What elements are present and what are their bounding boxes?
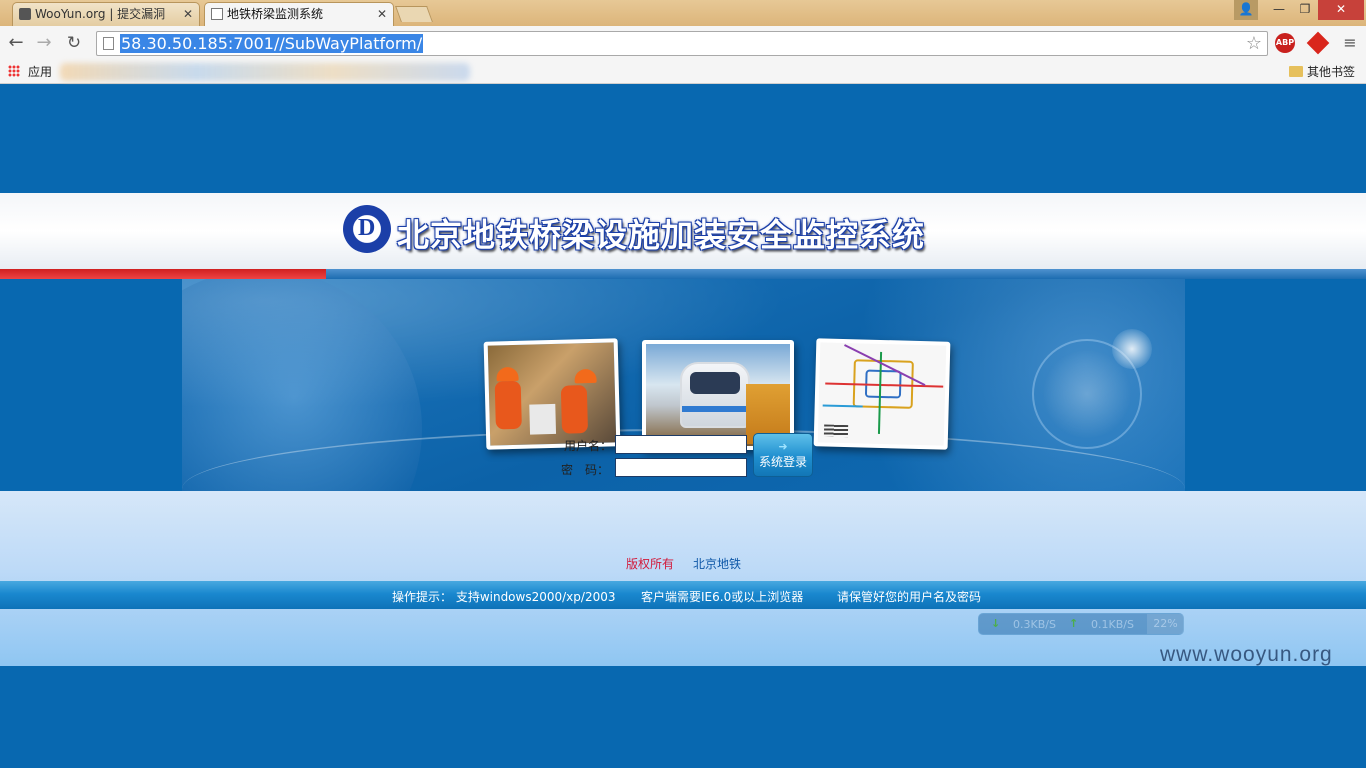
paper-shape	[529, 403, 557, 435]
copyright-text: 版权所有	[626, 557, 675, 571]
train-window-shape	[690, 372, 740, 394]
watermark: www.wooyun.org	[1160, 643, 1333, 666]
train-shape	[680, 362, 750, 428]
username-label: 用户名：	[564, 439, 613, 453]
wooyun-favicon-icon	[19, 8, 31, 20]
close-tab-icon[interactable]: ✕	[183, 3, 193, 25]
other-bookmarks[interactable]: 其他书签	[1289, 63, 1355, 80]
lens-glow-graphic	[1112, 329, 1152, 369]
tab-title: 地铁桥梁监测系统	[227, 7, 324, 21]
apps-grid-icon[interactable]	[8, 65, 20, 77]
apps-bookmark[interactable]: 应用	[28, 63, 52, 80]
logo-letter: D	[358, 215, 376, 241]
back-arrow-icon[interactable]: ←	[5, 32, 27, 54]
tip-os: 操作提示： 支持windows2000/xp/2003	[392, 590, 616, 604]
tab-subway[interactable]: 地铁桥梁监测系统 ✕	[204, 2, 394, 26]
address-bar[interactable]: 58.30.50.185:7001//SubWayPlatform/ ☆	[96, 31, 1268, 56]
map-legend-shape	[823, 424, 849, 438]
abp-icon[interactable]: ABP	[1275, 33, 1295, 53]
browser-toolbar: ← → ↻ 58.30.50.185:7001//SubWayPlatform/…	[0, 26, 1366, 60]
tab-title: WooYun.org | 提交漏洞	[35, 7, 166, 21]
tab-wooyun[interactable]: WooYun.org | 提交漏洞 ✕	[12, 2, 200, 26]
user-profile-icon[interactable]: 👤	[1234, 0, 1258, 20]
minimize-button[interactable]: —	[1266, 0, 1292, 20]
worker-shape	[494, 380, 522, 430]
maximize-button[interactable]: ❐	[1292, 0, 1318, 20]
upload-speed: 0.1KB/S	[1091, 618, 1134, 631]
download-arrow-icon: ↓	[991, 617, 1001, 630]
bookmarks-bar: 应用 其他书签	[0, 60, 1366, 84]
tab-strip: WooYun.org | 提交漏洞 ✕ 地铁桥梁监测系统 ✕ 👤 — ❐ ✕	[0, 0, 1366, 26]
train-stripe-shape	[682, 406, 748, 412]
network-speed-widget: ↓ 0.3KB/S ↑ 0.1KB/S 22%	[978, 613, 1184, 635]
password-label: 密 码：	[561, 463, 610, 477]
forward-arrow-icon[interactable]: →	[33, 32, 55, 54]
red-stripe	[0, 269, 326, 279]
menu-icon[interactable]: ≡	[1340, 33, 1360, 53]
beijing-subway-logo: D	[343, 205, 391, 253]
cpu-usage: 22%	[1147, 614, 1184, 634]
blue-stripe	[326, 269, 1366, 279]
close-tab-icon[interactable]: ✕	[377, 3, 387, 25]
page-title: 北京地铁桥梁设施加装安全监控系统	[397, 216, 926, 254]
upload-arrow-icon: ↑	[1069, 617, 1079, 630]
reload-icon[interactable]: ↻	[63, 32, 85, 54]
map-line-shape	[822, 404, 863, 408]
login-arrow-icon: ➜	[778, 440, 788, 453]
helmet-shape	[496, 366, 519, 382]
page-icon	[103, 37, 114, 50]
worker-shape	[560, 385, 589, 434]
login-area	[0, 491, 1366, 666]
company-text: 北京地铁	[693, 557, 742, 571]
other-bookmarks-label: 其他书签	[1307, 65, 1356, 79]
tip-credentials: 请保管好您的用户名及密码	[837, 590, 982, 604]
blurred-bookmarks	[60, 63, 470, 81]
red-diamond-icon[interactable]	[1306, 31, 1330, 55]
password-input[interactable]	[615, 458, 747, 477]
helmet-shape	[574, 368, 597, 384]
login-button-label: 系统登录	[758, 455, 807, 469]
bookmark-star-icon[interactable]: ☆	[1246, 33, 1262, 54]
username-input[interactable]	[615, 435, 747, 454]
download-speed: 0.3KB/S	[1013, 618, 1056, 631]
close-window-button[interactable]: ✕	[1318, 0, 1364, 20]
login-button[interactable]: ➜ 系统登录	[753, 433, 813, 477]
folder-icon	[1289, 66, 1303, 77]
tip-browser: 客户端需要IE6.0或以上浏览器	[641, 590, 804, 604]
new-tab-button[interactable]	[395, 6, 433, 22]
page-favicon-icon	[211, 8, 223, 20]
subway-map-photo	[813, 338, 951, 450]
workers-photo	[483, 338, 621, 450]
url-text[interactable]: 58.30.50.185:7001//SubWayPlatform/	[120, 34, 424, 53]
